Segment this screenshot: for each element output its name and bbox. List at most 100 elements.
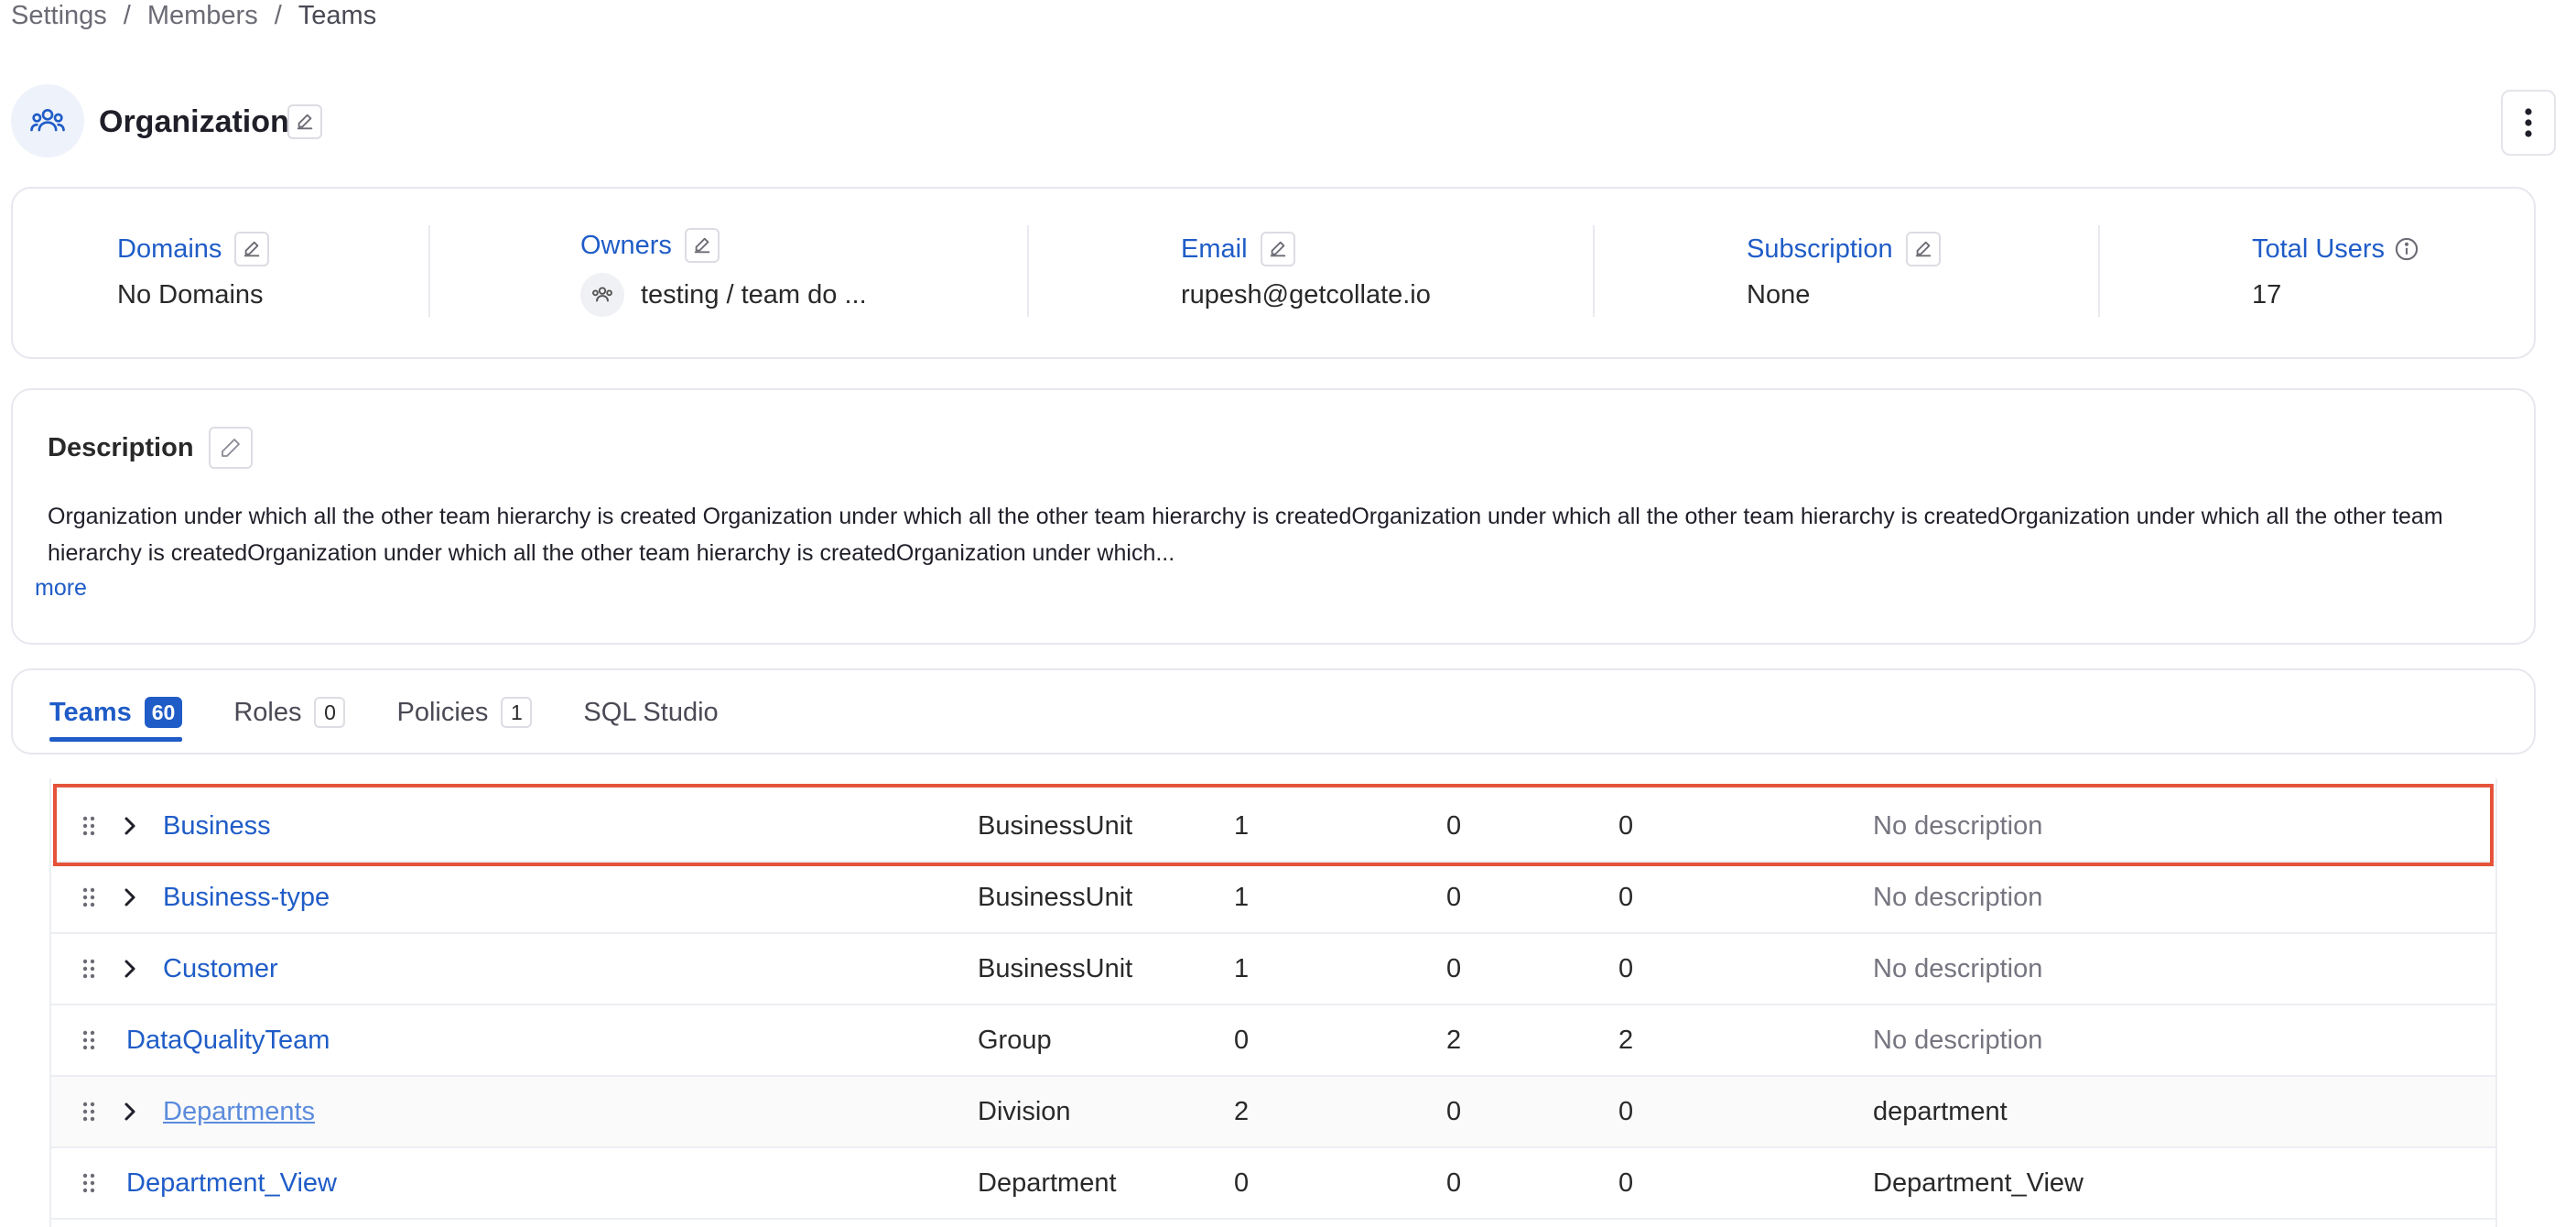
chevron-right-icon[interactable] [123, 791, 137, 861]
edit-email-button[interactable] [1260, 232, 1295, 266]
edit-domains-button[interactable] [234, 232, 270, 266]
sub-teams-count: 1 [1234, 810, 1250, 841]
breadcrumb-separator: / [274, 0, 282, 30]
drag-handle-icon[interactable] [82, 934, 95, 1004]
edit-description-button[interactable] [208, 427, 253, 469]
team-description: department [1873, 1096, 2008, 1126]
teams-table: Business BusinessUnit 1 0 0 No descripti… [49, 778, 2497, 1227]
drag-handle-icon[interactable] [82, 1148, 95, 1218]
subscription-value: None [1747, 280, 1811, 309]
team-icon [592, 287, 612, 302]
assets-count: 0 [1618, 1096, 1634, 1126]
team-name-link[interactable]: DataQualityTeam [126, 1005, 330, 1075]
team-type: Department [978, 1167, 1117, 1198]
team-type: BusinessUnit [978, 882, 1133, 912]
tab-policies[interactable]: Policies 1 [396, 670, 533, 755]
team-type: BusinessUnit [978, 810, 1133, 841]
assets-count: 0 [1618, 882, 1634, 912]
tab-teams[interactable]: Teams 60 [49, 670, 183, 755]
breadcrumb-members[interactable]: Members [147, 1, 258, 31]
drag-handle-icon[interactable] [82, 1077, 95, 1146]
team-name-link[interactable]: Departments [163, 1077, 315, 1146]
sub-teams-count: 1 [1234, 882, 1250, 912]
assets-count: 2 [1618, 1025, 1634, 1055]
users-count: 2 [1446, 1025, 1462, 1055]
owners-section: Owners testing / team do ... [580, 225, 867, 317]
tab-count-badge: 0 [314, 697, 346, 728]
sub-teams-count: 0 [1234, 1025, 1250, 1055]
edit-icon [244, 241, 260, 257]
tab-label: Teams [49, 697, 132, 727]
breadcrumb: Settings / Members / Teams [11, 0, 376, 31]
table-row[interactable]: Business-type BusinessUnit 1 0 0 No desc… [51, 863, 2495, 934]
total-users-value: 17 [2252, 280, 2282, 309]
sub-teams-count: 0 [1234, 1167, 1250, 1198]
tab-label: Roles [233, 697, 302, 727]
more-options-button[interactable] [2501, 90, 2556, 156]
users-count: 0 [1446, 1096, 1462, 1126]
page-title: Organization [99, 104, 289, 139]
chevron-right-icon[interactable] [123, 863, 137, 932]
team-description: No description [1873, 810, 2043, 841]
table-row[interactable]: Business BusinessUnit 1 0 0 No descripti… [51, 791, 2495, 863]
domains-value: No Domains [117, 280, 264, 309]
team-description: No description [1873, 953, 2043, 983]
divider [1593, 225, 1595, 317]
edit-subscription-button[interactable] [1905, 232, 1941, 266]
edit-icon [694, 237, 710, 254]
owners-value[interactable]: testing / team do ... [641, 280, 867, 310]
divider [2098, 225, 2100, 317]
tab-label: Policies [396, 697, 489, 727]
edit-icon [297, 114, 313, 130]
table-row[interactable]: Departments Division 2 0 0 department [51, 1077, 2495, 1148]
kebab-menu-icon [2525, 108, 2532, 137]
drag-handle-icon[interactable] [82, 863, 95, 932]
team-type: BusinessUnit [978, 953, 1133, 983]
email-section: Email rupesh@getcollate.io [1181, 229, 1431, 310]
team-name-link[interactable]: Customer [163, 934, 278, 1004]
users-count: 0 [1446, 953, 1462, 983]
team-description: Department_View [1873, 1167, 2084, 1198]
subscription-section: Subscription None [1747, 229, 1941, 310]
owner-team-avatar [580, 273, 624, 317]
tab-roles[interactable]: Roles 0 [233, 670, 346, 755]
tab-label: SQL Studio [583, 697, 719, 727]
description-text: Organization under which all the other t… [48, 504, 2443, 566]
users-count: 0 [1446, 1167, 1462, 1198]
team-avatar [11, 84, 84, 157]
breadcrumb-teams: Teams [298, 0, 377, 30]
team-name-link[interactable]: Business [163, 791, 271, 861]
email-value: rupesh@getcollate.io [1181, 280, 1431, 309]
table-row[interactable]: DataQualityTeam Group 0 2 2 No descripti… [51, 1005, 2495, 1077]
sub-teams-count: 1 [1234, 953, 1250, 983]
edit-icon [1270, 241, 1285, 257]
divider [428, 225, 430, 317]
tab-sql-studio[interactable]: SQL Studio [583, 670, 718, 755]
team-type: Group [978, 1025, 1052, 1055]
team-icon [30, 109, 65, 132]
edit-title-button[interactable] [287, 104, 322, 139]
chevron-right-icon[interactable] [123, 1077, 137, 1146]
team-name-link[interactable]: Department_View [126, 1148, 337, 1218]
domains-label: Domains [117, 233, 222, 264]
divider [1027, 225, 1029, 317]
breadcrumb-settings[interactable]: Settings [11, 1, 107, 31]
drag-handle-icon[interactable] [82, 1005, 95, 1075]
domains-section: Domains No Domains [117, 229, 270, 310]
more-link[interactable]: more [35, 575, 87, 602]
description-title: Description [48, 432, 194, 462]
chevron-right-icon[interactable] [123, 934, 137, 1004]
table-row[interactable]: Department_View Department 0 0 0 Departm… [51, 1148, 2495, 1220]
tab-bar: Teams 60 Roles 0 Policies 1 SQL Studio [49, 670, 770, 755]
total-users-section: Total Users 17 [2252, 229, 2419, 310]
drag-handle-icon[interactable] [82, 791, 95, 861]
breadcrumb-separator: / [123, 0, 131, 30]
team-type: Division [978, 1096, 1071, 1126]
edit-owners-button[interactable] [684, 228, 720, 263]
tabs-card: Teams 60 Roles 0 Policies 1 SQL Studio [11, 668, 2536, 755]
team-description: No description [1873, 1025, 2043, 1055]
assets-count: 0 [1618, 1167, 1634, 1198]
team-name-link[interactable]: Business-type [163, 863, 330, 932]
edit-icon [1915, 241, 1931, 257]
table-row[interactable]: Customer BusinessUnit 1 0 0 No descripti… [51, 934, 2495, 1005]
